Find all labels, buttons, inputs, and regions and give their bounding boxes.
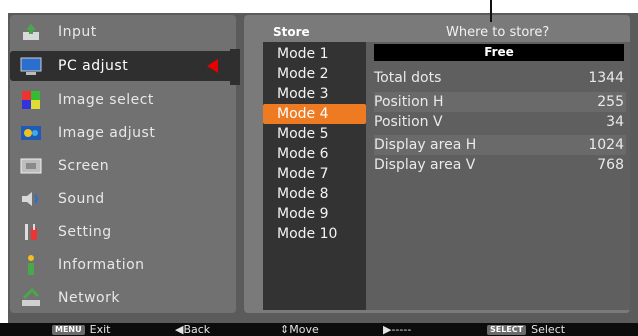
mode-item[interactable]: Mode 8 bbox=[263, 184, 366, 204]
mode-item[interactable]: Mode 6 bbox=[263, 144, 366, 164]
mode-list: Mode 1 Mode 2 Mode 3 Mode 4 Mode 5 Mode … bbox=[263, 42, 375, 310]
info-label: Total dots bbox=[374, 70, 442, 86]
back-hint[interactable]: ◀Back bbox=[175, 323, 210, 336]
info-value: 255 bbox=[597, 94, 624, 110]
image-adjust-icon bbox=[20, 122, 42, 144]
info-value: 1024 bbox=[588, 137, 624, 153]
info-value: 34 bbox=[606, 114, 624, 130]
info-label: Display area V bbox=[374, 157, 476, 173]
menu-item-label: PC adjust bbox=[58, 58, 129, 74]
menu-item-label: Setting bbox=[58, 224, 112, 240]
next-hint: ▶----- bbox=[383, 323, 412, 336]
info-row-position-v: Position V 34 bbox=[374, 112, 626, 132]
mode-item[interactable]: Mode 2 bbox=[263, 64, 366, 84]
info-row-position-h: Position H 255 bbox=[374, 92, 626, 112]
info-label: Position H bbox=[374, 94, 444, 110]
pointer-line bbox=[490, 0, 492, 22]
menu-item-input[interactable]: Input bbox=[10, 17, 236, 47]
menu-item-label: Screen bbox=[58, 158, 110, 174]
menu-item-label: Sound bbox=[58, 191, 105, 207]
menu-item-information[interactable]: Information bbox=[10, 250, 236, 280]
sound-icon bbox=[20, 188, 42, 210]
mode-item[interactable]: Mode 1 bbox=[263, 44, 366, 64]
menu-item-image-select[interactable]: Image select bbox=[10, 85, 236, 115]
mode-item-selected[interactable]: Mode 4 bbox=[263, 104, 375, 124]
menu-connector bbox=[230, 49, 240, 85]
menu-item-setting[interactable]: Setting bbox=[10, 217, 236, 247]
menu-key-icon: MENU bbox=[52, 324, 85, 335]
mode-item[interactable]: Mode 5 bbox=[263, 124, 366, 144]
info-row-total-dots: Total dots 1344 bbox=[374, 68, 626, 88]
footer-hint-bar: MENU Exit ◀Back ⇕Move ▶----- SELECT Sele… bbox=[0, 323, 638, 336]
information-icon bbox=[20, 254, 42, 276]
info-label: Position V bbox=[374, 114, 443, 130]
menu-item-label: Image adjust bbox=[58, 125, 156, 141]
info-row-display-area-h: Display area H 1024 bbox=[374, 135, 626, 155]
info-label: Display area H bbox=[374, 137, 477, 153]
where-to-store-title: Where to store? bbox=[446, 25, 550, 40]
screen-icon bbox=[20, 155, 42, 177]
menu-item-network[interactable]: Network bbox=[10, 283, 236, 313]
input-icon bbox=[20, 21, 42, 43]
free-status: Free bbox=[374, 44, 624, 61]
info-value: 768 bbox=[597, 157, 624, 173]
setting-icon bbox=[20, 221, 42, 243]
network-icon bbox=[20, 287, 42, 309]
menu-item-label: Input bbox=[58, 24, 97, 40]
info-value: 1344 bbox=[588, 70, 624, 86]
mode-item[interactable]: Mode 10 bbox=[263, 224, 366, 244]
menu-item-image-adjust[interactable]: Image adjust bbox=[10, 118, 236, 148]
menu-item-label: Network bbox=[58, 290, 120, 306]
pc-adjust-icon bbox=[20, 55, 42, 77]
move-hint: ⇕Move bbox=[280, 323, 319, 336]
menu-item-label: Information bbox=[58, 257, 145, 273]
main-menu: Input PC adjust Image select Image adjus… bbox=[10, 15, 236, 313]
select-key-icon: SELECT bbox=[487, 324, 527, 335]
menu-item-pc-adjust[interactable]: PC adjust bbox=[10, 51, 236, 81]
menu-item-sound[interactable]: Sound bbox=[10, 184, 236, 214]
menu-item-screen[interactable]: Screen bbox=[10, 151, 236, 181]
mode-item[interactable]: Mode 3 bbox=[263, 84, 366, 104]
store-title: Store bbox=[273, 25, 310, 39]
selection-arrow-icon bbox=[207, 59, 218, 73]
exit-hint[interactable]: MENU Exit bbox=[52, 323, 110, 336]
menu-item-label: Image select bbox=[58, 92, 154, 108]
mode-item[interactable]: Mode 9 bbox=[263, 204, 366, 224]
mode-item[interactable]: Mode 7 bbox=[263, 164, 366, 184]
panel-header: Store Where to store? bbox=[254, 17, 634, 43]
info-row-display-area-v: Display area V 768 bbox=[374, 155, 626, 175]
image-select-icon bbox=[20, 89, 42, 111]
select-hint[interactable]: SELECT Select bbox=[487, 323, 565, 336]
